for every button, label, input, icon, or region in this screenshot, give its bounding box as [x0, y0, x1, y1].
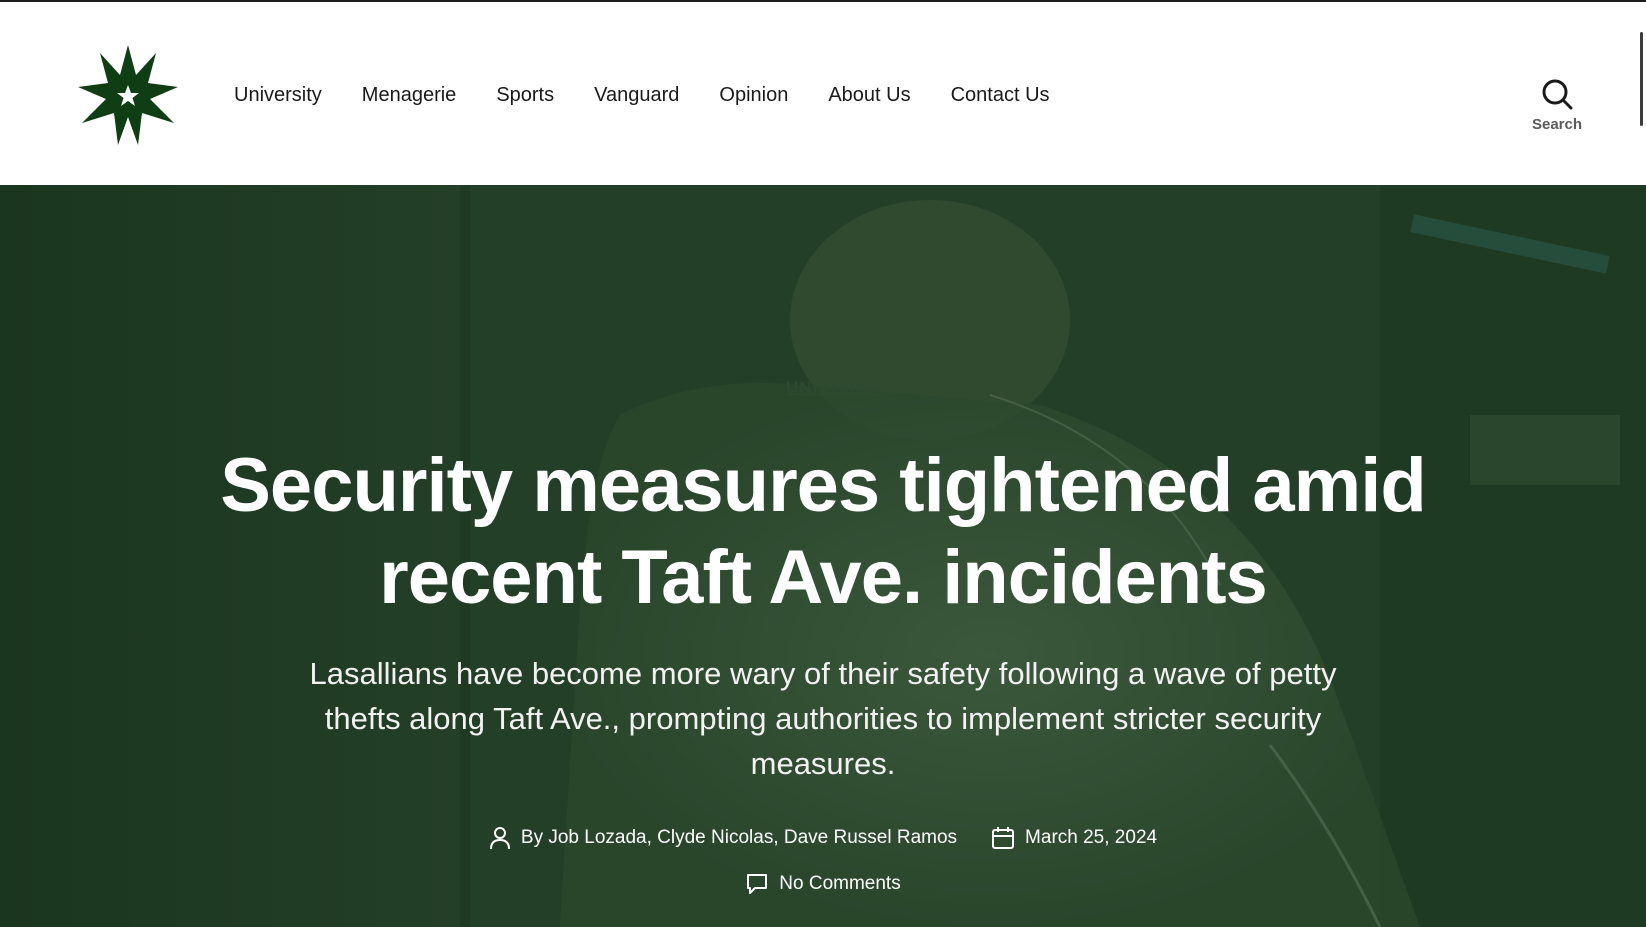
article-meta: By Job Lozada, Clyde Nicolas, Dave Russe…	[0, 825, 1646, 851]
search-icon	[1542, 79, 1573, 110]
article-comments: No Comments	[0, 871, 1646, 897]
search-label: Search	[1531, 116, 1583, 133]
nav-item-opinion[interactable]: Opinion	[719, 80, 788, 110]
article-subtitle: Lasallians have become more wary of thei…	[309, 656, 1337, 781]
search-button[interactable]: Search	[1520, 78, 1594, 138]
scrollbar[interactable]	[1640, 32, 1643, 126]
main-nav: University Menagerie Sports Vanguard Opi…	[234, 80, 1090, 110]
article-category-link[interactable]: UNIVERSITY	[786, 378, 898, 398]
comments-text: No Comments	[779, 873, 901, 894]
nav-item-sports[interactable]: Sports	[496, 80, 554, 110]
comment-icon	[747, 874, 768, 894]
calendar-icon	[992, 827, 1015, 849]
publish-date-text[interactable]: March 25, 2024	[1025, 825, 1157, 851]
star-burst-logo-icon	[78, 45, 178, 145]
nav-item-about-us[interactable]: About Us	[828, 80, 910, 110]
article-title: Security measures tightened amid recent …	[220, 443, 1427, 620]
publish-date: March 25, 2024	[991, 825, 1157, 851]
nav-item-university[interactable]: University	[234, 80, 322, 110]
site-header: University Menagerie Sports Vanguard Opi…	[0, 2, 1646, 185]
comments-link[interactable]: No Comments	[745, 871, 901, 897]
byline-text[interactable]: By Job Lozada, Clyde Nicolas, Dave Russe…	[521, 825, 957, 851]
site-logo[interactable]	[76, 43, 180, 147]
article-hero: UNIVERSITY Security measures tightened a…	[0, 185, 1646, 927]
byline: By Job Lozada, Clyde Nicolas, Dave Russe…	[489, 825, 957, 851]
nav-item-vanguard[interactable]: Vanguard	[594, 80, 679, 110]
nav-item-menagerie[interactable]: Menagerie	[362, 80, 457, 110]
nav-item-contact-us[interactable]: Contact Us	[951, 80, 1050, 110]
user-icon	[489, 827, 510, 850]
